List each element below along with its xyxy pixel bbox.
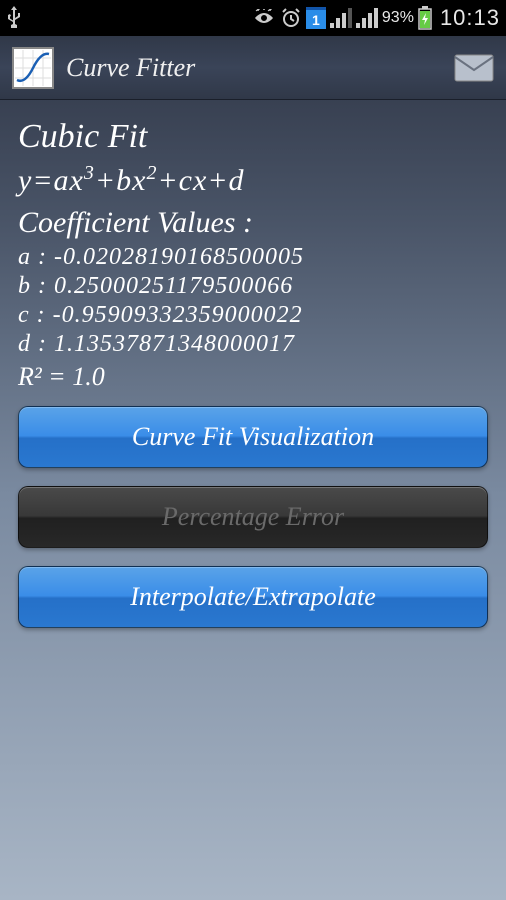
- r-squared: R² = 1.0: [18, 362, 488, 392]
- clock: 10:13: [440, 5, 500, 31]
- content: Cubic Fit y=ax3+bx2+cx+d Coefficient Val…: [0, 100, 506, 646]
- interpolate-button[interactable]: Interpolate/Extrapolate: [18, 566, 488, 628]
- usb-icon: [6, 6, 22, 30]
- app-title: Curve Fitter: [66, 53, 454, 83]
- coef-c: c : -0.95909332359000022: [18, 302, 488, 329]
- coef-a: a : -0.02028190168500005: [18, 244, 488, 271]
- fit-title: Cubic Fit: [18, 118, 488, 156]
- status-left: [6, 6, 22, 30]
- coef-b: b : 0.25000251179500066: [18, 273, 488, 300]
- eye-icon: [252, 9, 276, 27]
- battery-charging-icon: [418, 6, 432, 30]
- status-right: 1 93% 10:13: [252, 5, 500, 31]
- mail-icon[interactable]: [454, 54, 494, 82]
- alarm-icon: [280, 7, 302, 29]
- battery-percent: 93%: [382, 9, 414, 27]
- coef-d: d : 1.13537871348000017: [18, 331, 488, 358]
- app-icon: [12, 47, 54, 89]
- percentage-error-button[interactable]: Percentage Error: [18, 486, 488, 548]
- visualize-button[interactable]: Curve Fit Visualization: [18, 406, 488, 468]
- calendar-day: 1: [312, 12, 320, 28]
- status-bar: 1 93% 10:13: [0, 0, 506, 36]
- coefficient-header: Coefficient Values :: [18, 206, 488, 240]
- signal-icon-2: [356, 8, 378, 28]
- equation: y=ax3+bx2+cx+d: [18, 162, 488, 198]
- calendar-icon: 1: [306, 7, 326, 29]
- signal-icon-1: [330, 8, 352, 28]
- app-header: Curve Fitter: [0, 36, 506, 100]
